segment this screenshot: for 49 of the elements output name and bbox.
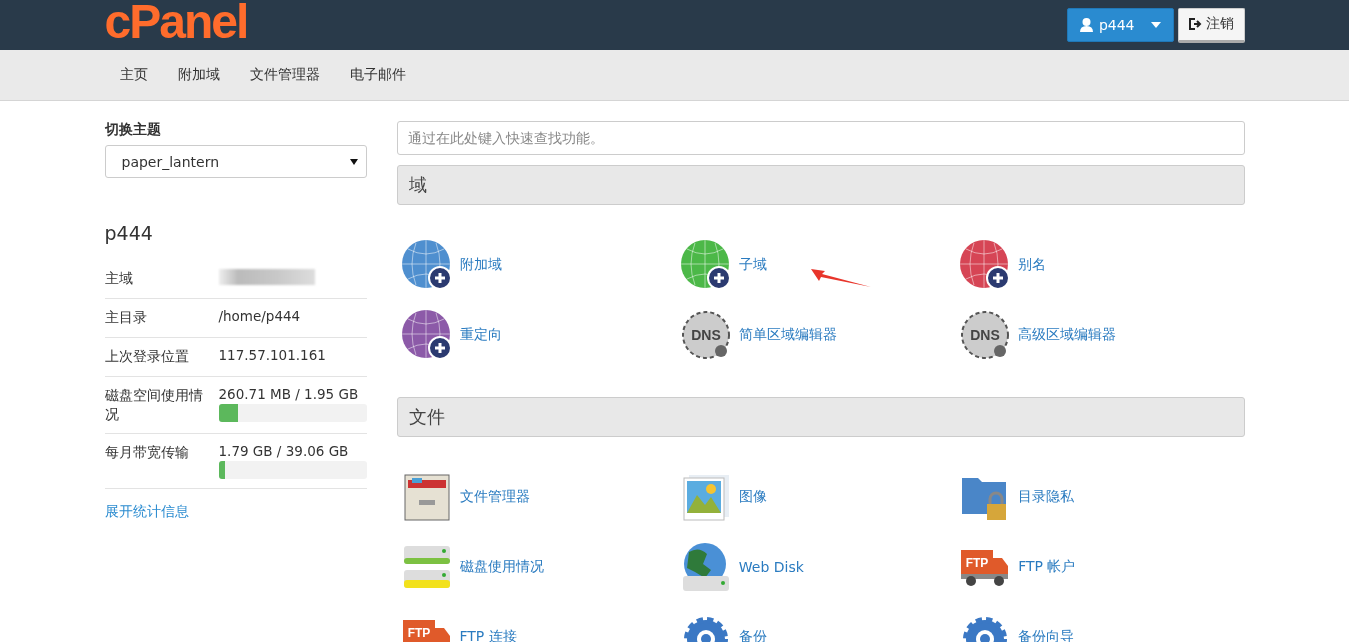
- globe-icon: [680, 240, 731, 290]
- feature-link[interactable]: 图像: [680, 462, 961, 532]
- nav-link[interactable]: 文件管理器: [234, 66, 335, 84]
- nav-link[interactable]: 主页: [104, 66, 163, 84]
- stat-label: 每月带宽传输: [104, 443, 190, 462]
- feature-link[interactable]: 文件管理器: [401, 462, 681, 532]
- globe-icon: [960, 240, 1011, 290]
- feature-link[interactable]: 磁盘使用情况: [401, 532, 681, 602]
- feature-link[interactable]: 别名: [960, 230, 1240, 300]
- expand-stats-link[interactable]: 展开统计信息: [104, 503, 189, 521]
- stat-label: 磁盘空间使用情况: [104, 386, 204, 424]
- feature-link[interactable]: 子域: [680, 230, 961, 300]
- feature-link[interactable]: 重定向: [401, 300, 681, 370]
- nav-link[interactable]: 附加域: [162, 66, 235, 84]
- dns-icon: DNS: [960, 310, 1011, 360]
- user-icon: [1079, 18, 1093, 32]
- globe-icon: [401, 310, 452, 360]
- file-cabinet-icon: [401, 472, 452, 522]
- feature-link[interactable]: 备份: [680, 602, 961, 642]
- username: p444: [104, 222, 154, 244]
- logo: cPanel: [104, 0, 248, 44]
- dns-icon: DNS: [680, 310, 731, 360]
- caret-icon: [1150, 22, 1161, 28]
- user-menu-button[interactable]: p444: [1066, 8, 1174, 42]
- feature-link[interactable]: Web Disk: [680, 532, 961, 602]
- globe-icon: [401, 240, 452, 290]
- stat-label: 主域: [104, 269, 134, 288]
- nav-link[interactable]: 电子邮件: [334, 66, 421, 84]
- stat-value: 1.79 GB / 39.06 GB: [218, 443, 350, 459]
- feature-link[interactable]: FTP FTP 帐户: [960, 532, 1240, 602]
- logout-icon: [1188, 18, 1202, 30]
- stat-label: 上次登录位置: [104, 347, 190, 366]
- feature-link[interactable]: DNS 简单区域编辑器: [680, 300, 961, 370]
- web-disk-icon: [680, 542, 731, 592]
- image-icon: [680, 472, 731, 522]
- theme-select[interactable]: paper_lantern: [104, 145, 367, 178]
- section-header[interactable]: 文件: [396, 397, 1245, 437]
- stat-label: 主目录: [104, 308, 148, 327]
- theme-label: 切换主题: [104, 121, 162, 139]
- feature-link[interactable]: 附加域: [401, 230, 681, 300]
- feature-link[interactable]: DNS 高级区域编辑器: [960, 300, 1240, 370]
- stat-value: 260.71 MB / 1.95 GB: [218, 386, 360, 402]
- stat-value: 117.57.101.161: [218, 347, 326, 363]
- search-field[interactable]: 通过在此处键入快速查找功能。: [396, 121, 1245, 155]
- feature-link[interactable]: 目录隐私: [960, 462, 1240, 532]
- stat-value: /home/p444: [218, 308, 301, 324]
- caret-icon: [349, 158, 358, 165]
- logout-button[interactable]: 注销: [1177, 7, 1245, 43]
- section-header[interactable]: 域: [396, 165, 1245, 205]
